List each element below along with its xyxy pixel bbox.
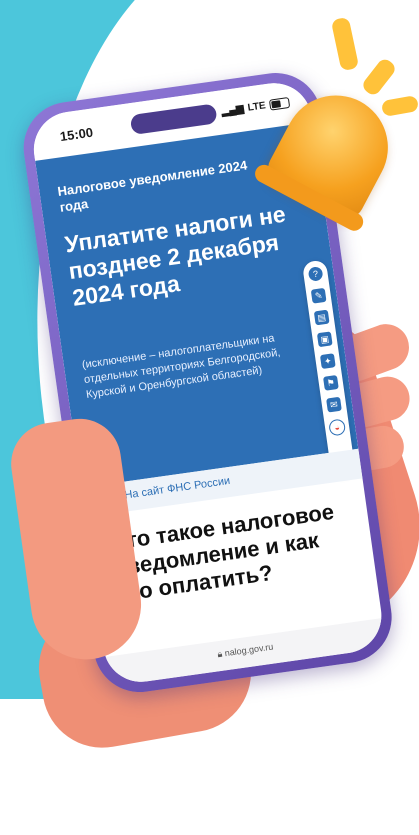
lock-icon: 🔒︎ <box>216 648 223 660</box>
inbox-icon[interactable]: ▣ <box>316 331 333 348</box>
fns-site-link[interactable]: На сайт ФНС России <box>124 475 231 502</box>
logo-icon[interactable]: ◒ <box>328 418 347 437</box>
pencil-icon[interactable]: ✎ <box>310 287 327 304</box>
pin-icon[interactable]: ✦ <box>319 353 336 369</box>
promo-illustration: 15:00 ▂▄▆ LTE Налоговое уведомление 2024… <box>0 0 419 835</box>
dynamic-island <box>129 103 218 136</box>
signal-icon: ▂▄▆ <box>220 103 245 118</box>
flag-icon[interactable]: ⚑ <box>322 374 339 391</box>
clipboard-icon[interactable]: ▤ <box>313 309 330 326</box>
status-indicators: ▂▄▆ LTE <box>220 96 291 118</box>
hero-title: Уплатите налоги не позднее 2 декабря 202… <box>63 200 288 311</box>
article-title: Что такое налоговое уведомление и как ег… <box>109 498 336 607</box>
status-time: 15:00 <box>58 124 94 145</box>
battery-icon <box>268 96 291 111</box>
network-label: LTE <box>246 100 267 114</box>
hero-note: (исключение – налогоплательщики на отдел… <box>81 332 282 401</box>
question-icon[interactable]: ? <box>307 266 324 282</box>
mail-icon[interactable]: ✉ <box>326 396 342 413</box>
url-value: nalog.gov.ru <box>224 641 274 659</box>
